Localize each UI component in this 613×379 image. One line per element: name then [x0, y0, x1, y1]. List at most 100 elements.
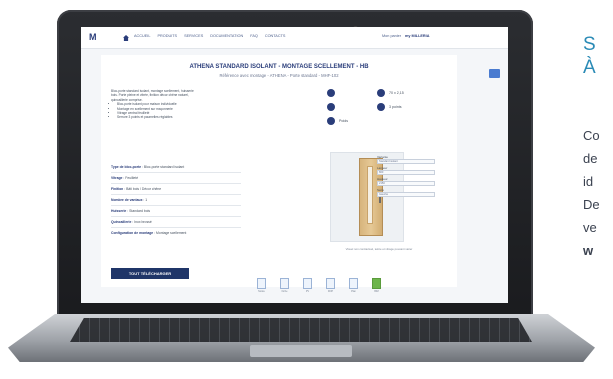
divider [111, 205, 241, 206]
doc-label: BIM [374, 290, 379, 293]
side-body-line: id [583, 174, 594, 189]
feature-item [327, 103, 339, 111]
side-body-line: Co [583, 128, 600, 143]
bim-file-icon [372, 278, 381, 289]
width-select[interactable]: 800 [377, 170, 435, 175]
spec-label: Type de bloc-porte [111, 165, 142, 169]
options-form: Variante Standard isolant Largeur 800 Ha… [377, 153, 435, 197]
spec-quincaillerie: Quincaillerie : Inox brossé [111, 220, 152, 224]
spec-label: Huisserie [111, 209, 127, 213]
weight-icon [327, 117, 335, 125]
download-all-button[interactable]: TOUT TÉLÉCHARGER [111, 268, 189, 279]
product-subtitle: Référence avec montage - ATHENA - Porte … [219, 73, 339, 78]
description-text: Bloc-porte standard isolant, montage sce… [111, 89, 194, 102]
feature-item: Poids [327, 117, 348, 125]
doc-link[interactable]: PV [303, 278, 312, 293]
doc-link[interactable]: Fiche [280, 278, 289, 293]
nav-item-faq[interactable]: FAQ [250, 34, 258, 38]
door-glass [367, 166, 373, 224]
variant-select[interactable]: Standard isolant [377, 159, 435, 164]
divider [111, 183, 241, 184]
product-card: ATHENA STANDARD ISOLANT - MONTAGE SCELLE… [101, 55, 457, 293]
spec-value: Inox brossé [134, 220, 152, 224]
doc-link[interactable]: Notice [257, 278, 266, 293]
doc-label: DOP [327, 290, 334, 293]
doc-link[interactable]: DOP [326, 278, 335, 293]
feature-label: 70 x 2,15 [389, 91, 404, 95]
divider [111, 194, 241, 195]
side-body-line: ve [583, 220, 597, 235]
home-icon[interactable] [123, 35, 129, 41]
doc-link[interactable]: BIM [372, 278, 381, 293]
side-heading: S À [583, 33, 596, 79]
door-handle [379, 197, 381, 203]
spec-value: Feuilleté [125, 176, 139, 180]
document-icon [303, 278, 312, 289]
spec-value: Standard bois [129, 209, 151, 213]
side-heading-line: S [583, 34, 596, 55]
document-icon [349, 278, 358, 289]
spec-label: Finition [111, 187, 124, 191]
nav-item-services[interactable]: SERVICES [184, 34, 203, 38]
keyboard [70, 318, 532, 342]
laptop-screen: M ACCUEIL PRODUITS SERVICES DOCUMENTATIO… [81, 27, 508, 303]
doc-label: Notice [258, 290, 265, 293]
spec-label: Nombre de vantaux [111, 198, 143, 202]
feature-icon [327, 103, 335, 111]
account-link[interactable]: my MILLERIA [405, 34, 429, 38]
description-bullets: Bloc-porte isolant pour maison individue… [117, 102, 201, 120]
bullet-item: Serrure 3 points et paumelles réglables [117, 115, 201, 119]
main-nav: ACCUEIL PRODUITS SERVICES DOCUMENTATION … [134, 34, 285, 38]
spec-type: Type de bloc-porte : Bloc-porte standard… [111, 165, 185, 169]
nav-item-produits[interactable]: PRODUITS [157, 34, 177, 38]
feature-label: Poids [339, 119, 348, 123]
direction-select[interactable]: Gauche [377, 192, 435, 197]
spec-finition: Finition : Bâti bois / Décor chêne [111, 187, 162, 191]
site-header: M ACCUEIL PRODUITS SERVICES DOCUMENTATIO… [81, 27, 508, 49]
site-logo[interactable]: M [89, 32, 103, 43]
side-body: Co de id De ve w [583, 124, 600, 262]
feature-item [327, 89, 339, 97]
spec-vitrage: Vitrage : Feuilleté [111, 176, 139, 180]
side-body-line: de [583, 151, 598, 166]
nav-item-documentation[interactable]: DOCUMENTATION [210, 34, 243, 38]
feature-icon [327, 89, 335, 97]
nav-item-accueil[interactable]: ACCUEIL [134, 34, 150, 38]
product-title: ATHENA STANDARD ISOLANT - MONTAGE SCELLE… [189, 64, 369, 70]
spec-label: Quincaillerie [111, 220, 132, 224]
feature-item: 70 x 2,15 [377, 89, 404, 97]
spec-value: Bâti bois / Décor chêne [126, 187, 162, 191]
spec-vantaux: Nombre de vantaux : 1 [111, 198, 148, 202]
lock-icon [377, 103, 385, 111]
spec-value: Montage scellement [156, 231, 187, 235]
trackpad [250, 345, 352, 357]
spec-huisserie: Huisserie : Standard bois [111, 209, 151, 213]
side-body-line: De [583, 197, 600, 212]
side-body-line: w [583, 243, 594, 258]
feature-label: 3 points [389, 105, 402, 109]
side-heading-line: À [583, 57, 596, 78]
spec-label: Vitrage [111, 176, 123, 180]
nav-item-contacts[interactable]: CONTACTS [265, 34, 286, 38]
documents-row: Notice Fiche PV DOP Plan BIM [257, 278, 381, 293]
document-icon [326, 278, 335, 289]
cart-link[interactable]: Mon panier [382, 34, 401, 38]
spec-value: 1 [145, 198, 148, 202]
image-caption: Visuel non contractuel, teinte et vitrag… [345, 247, 413, 251]
doc-label: PV [305, 290, 310, 293]
height-select[interactable]: 2150 [377, 181, 435, 186]
spec-configuration: Configuration de montage : Montage scell… [111, 231, 187, 235]
spec-value: Bloc-porte standard isolant [143, 165, 185, 169]
document-icon [257, 278, 266, 289]
dimension-icon [377, 89, 385, 97]
doc-label: Plan [351, 290, 356, 293]
divider [111, 227, 241, 228]
doc-label: Fiche [281, 290, 288, 293]
document-icon [280, 278, 289, 289]
doc-link[interactable]: Plan [349, 278, 358, 293]
spec-label: Configuration de montage [111, 231, 154, 235]
share-button[interactable] [489, 69, 500, 78]
product-description: Bloc-porte standard isolant, montage sce… [111, 89, 201, 120]
divider [111, 216, 241, 217]
divider [111, 172, 241, 173]
